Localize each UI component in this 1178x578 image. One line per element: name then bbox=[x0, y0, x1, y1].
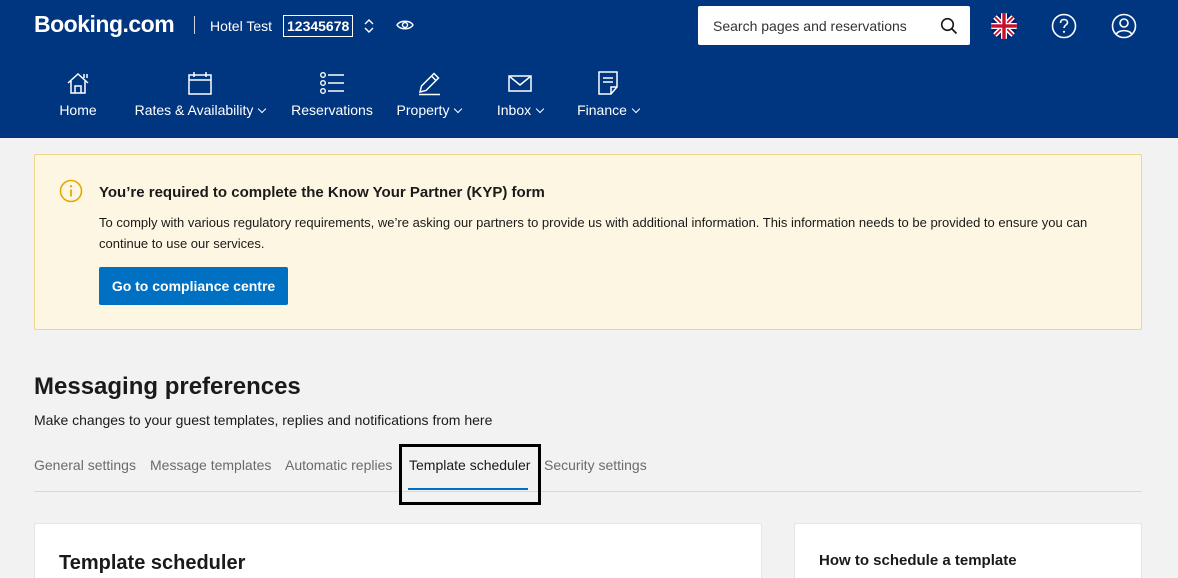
alert-text: To comply with various regulatory requir… bbox=[99, 215, 1088, 251]
search-input[interactable] bbox=[698, 6, 934, 45]
hotel-name: Hotel Test bbox=[210, 18, 272, 34]
kyp-alert-banner: You’re required to complete the Know You… bbox=[34, 154, 1142, 330]
nav-label: Reservations bbox=[291, 102, 373, 118]
settings-tabs: General settings Message templates Autom… bbox=[34, 448, 1142, 492]
pencil-icon bbox=[418, 72, 440, 96]
active-tab-indicator bbox=[408, 488, 528, 490]
swap-icon[interactable] bbox=[362, 17, 376, 35]
nav-label: Property bbox=[396, 102, 450, 118]
page-title: Messaging preferences bbox=[34, 373, 301, 400]
tab-general-settings[interactable]: General settings bbox=[34, 457, 136, 473]
nav-label: Rates & Availability bbox=[134, 102, 254, 118]
chevron-down-icon bbox=[535, 104, 545, 114]
nav-rates-availability[interactable]: Rates & Availability bbox=[130, 70, 270, 126]
nav-home[interactable]: Home bbox=[52, 70, 104, 126]
chevron-down-icon bbox=[454, 104, 463, 114]
nav-finance[interactable]: Finance bbox=[573, 70, 643, 126]
nav-reservations[interactable]: Reservations bbox=[290, 70, 374, 126]
uk-flag-icon[interactable] bbox=[991, 13, 1017, 39]
user-icon[interactable] bbox=[1111, 13, 1137, 39]
go-to-compliance-centre-button[interactable]: Go to compliance centre bbox=[99, 267, 288, 305]
tab-template-scheduler[interactable]: Template scheduler bbox=[409, 457, 530, 473]
card-title: Template scheduler bbox=[59, 552, 246, 574]
tab-message-templates[interactable]: Message templates bbox=[150, 457, 271, 473]
info-icon bbox=[59, 179, 83, 203]
tab-automatic-replies[interactable]: Automatic replies bbox=[285, 457, 392, 473]
search-icon[interactable] bbox=[940, 17, 958, 35]
nav-property[interactable]: Property bbox=[391, 70, 467, 126]
alert-title: You’re required to complete the Know You… bbox=[99, 184, 545, 201]
chevron-down-icon bbox=[258, 104, 267, 114]
help-icon[interactable] bbox=[1051, 13, 1077, 39]
side-card-title: How to schedule a template bbox=[819, 552, 1017, 569]
eye-icon[interactable] bbox=[396, 17, 414, 33]
hotel-id-badge: 12345678 bbox=[283, 15, 354, 37]
top-header: Booking.com Hotel Test 12345678 Search p… bbox=[0, 0, 1178, 138]
page-subtitle: Make changes to your guest templates, re… bbox=[34, 412, 493, 428]
envelope-icon bbox=[508, 75, 532, 92]
booking-logo[interactable]: Booking.com bbox=[34, 11, 175, 38]
home-icon bbox=[67, 72, 89, 94]
nav-label: Inbox bbox=[496, 102, 532, 118]
nav-inbox[interactable]: Inbox bbox=[491, 70, 549, 126]
search-box bbox=[698, 6, 970, 45]
calendar-icon bbox=[188, 72, 212, 95]
list-icon bbox=[320, 72, 344, 95]
header-divider bbox=[194, 16, 195, 34]
nav-label: Home bbox=[59, 102, 97, 118]
tab-security-settings[interactable]: Security settings bbox=[544, 457, 647, 473]
how-to-schedule-card: How to schedule a template bbox=[794, 523, 1142, 578]
template-scheduler-card: Template scheduler bbox=[34, 523, 762, 578]
nav-label: Finance bbox=[577, 102, 627, 118]
chevron-down-icon bbox=[631, 104, 641, 114]
document-icon bbox=[598, 71, 618, 95]
